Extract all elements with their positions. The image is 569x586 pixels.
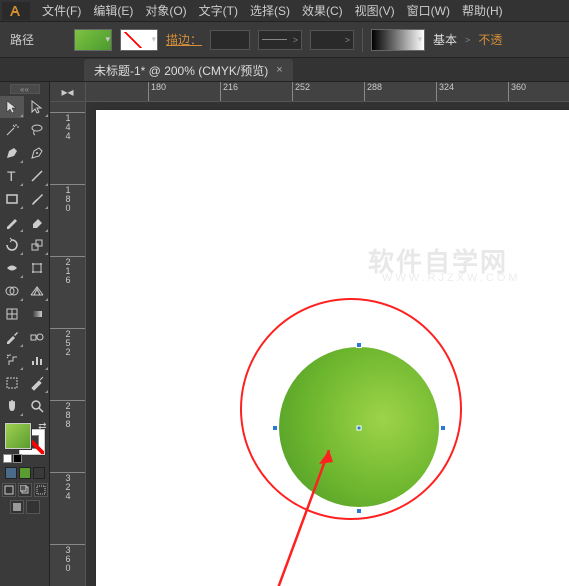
- handle-right[interactable]: [440, 425, 446, 431]
- stroke-swatch[interactable]: ▾: [120, 29, 158, 51]
- menu-object[interactable]: 对象(O): [139, 2, 192, 19]
- magic-wand-tool[interactable]: [0, 119, 24, 141]
- rotate-tool[interactable]: [0, 234, 24, 256]
- menu-edit[interactable]: 编辑(E): [87, 2, 139, 19]
- selection-tool[interactable]: [0, 96, 24, 118]
- document-tab[interactable]: 未标题-1* @ 200% (CMYK/预览) ×: [84, 59, 293, 81]
- curvature-pen-tool[interactable]: [25, 142, 49, 164]
- color-mode-gradient[interactable]: [19, 467, 31, 479]
- line-tool[interactable]: [25, 165, 49, 187]
- gradient-tool[interactable]: [25, 303, 49, 325]
- color-mode-none[interactable]: [33, 467, 45, 479]
- draw-modes: [2, 483, 48, 497]
- paintbrush-tool[interactable]: [25, 188, 49, 210]
- document-tab-bar: 未标题-1* @ 200% (CMYK/预览) ×: [0, 58, 569, 82]
- direct-selection-tool[interactable]: [25, 96, 49, 118]
- close-icon[interactable]: ×: [276, 64, 282, 76]
- canvas-area: ▸◂ 180 216 252 288 324 360 144 180 216 2…: [50, 82, 569, 586]
- ruler-origin[interactable]: ▸◂: [50, 82, 86, 102]
- pencil-tool[interactable]: [0, 211, 24, 233]
- shape-builder-tool[interactable]: [0, 280, 24, 302]
- brush-dropdown[interactable]: >: [310, 30, 354, 50]
- opacity-swatch[interactable]: ▾: [371, 29, 425, 51]
- column-graph-tool[interactable]: [25, 349, 49, 371]
- stroke-label[interactable]: 描边：: [166, 31, 202, 48]
- menu-view[interactable]: 视图(V): [349, 2, 401, 19]
- eraser-tool[interactable]: [25, 211, 49, 233]
- perspective-grid-tool[interactable]: [25, 280, 49, 302]
- lasso-tool[interactable]: [25, 119, 49, 141]
- blend-tool[interactable]: [25, 326, 49, 348]
- pen-tool[interactable]: [0, 142, 24, 164]
- draw-normal-icon[interactable]: [2, 483, 16, 497]
- color-mode-row: [5, 467, 45, 479]
- toolbox-grip[interactable]: ««: [10, 84, 40, 94]
- free-transform-tool[interactable]: [25, 257, 49, 279]
- path-label: 路径: [10, 31, 34, 48]
- scale-tool[interactable]: [25, 234, 49, 256]
- handle-left[interactable]: [272, 425, 278, 431]
- opacity-label[interactable]: 不透: [478, 31, 502, 48]
- app-logo: [2, 2, 30, 20]
- rectangle-tool[interactable]: [0, 188, 24, 210]
- screen-modes: [10, 500, 40, 514]
- mesh-tool[interactable]: [0, 303, 24, 325]
- options-bar: 路径 ▾ ▾ 描边： > > ▾ 基本 > 不透: [0, 22, 569, 58]
- horizontal-ruler[interactable]: 180 216 252 288 324 360: [86, 82, 569, 102]
- default-fill-stroke-icon[interactable]: [3, 454, 22, 463]
- canvas[interactable]: 软件自学网 WWW.RJZXW.COM: [86, 102, 569, 586]
- hand-tool[interactable]: [0, 395, 24, 417]
- menu-type[interactable]: 文字(T): [193, 2, 244, 19]
- vertical-ruler[interactable]: 144 180 216 252 288 324 360: [50, 102, 86, 586]
- eyedropper-tool[interactable]: [0, 326, 24, 348]
- type-tool[interactable]: T: [0, 165, 24, 187]
- menu-file[interactable]: 文件(F): [36, 2, 87, 19]
- artboard-tool[interactable]: [0, 372, 24, 394]
- style-label[interactable]: 基本: [433, 31, 457, 48]
- zoom-tool[interactable]: [25, 395, 49, 417]
- handle-center[interactable]: [357, 426, 362, 431]
- annotation-arrow: [261, 442, 351, 586]
- menu-help[interactable]: 帮助(H): [456, 2, 509, 19]
- stroke-profile-dropdown[interactable]: >: [258, 30, 302, 50]
- menu-select[interactable]: 选择(S): [244, 2, 296, 19]
- fill-stroke-control[interactable]: ⇄: [3, 421, 47, 463]
- fill-swatch[interactable]: ▾: [74, 29, 112, 51]
- width-tool[interactable]: [0, 257, 24, 279]
- color-mode-color[interactable]: [5, 467, 17, 479]
- screen-mode-normal-icon[interactable]: [10, 500, 24, 514]
- screen-mode-full-icon[interactable]: [26, 500, 40, 514]
- separator: [362, 28, 363, 52]
- symbol-sprayer-tool[interactable]: [0, 349, 24, 371]
- toolbox: «« T: [0, 82, 50, 586]
- svg-text:T: T: [7, 168, 16, 184]
- handle-bottom[interactable]: [356, 508, 362, 514]
- menu-effect[interactable]: 效果(C): [296, 2, 349, 19]
- menu-window[interactable]: 窗口(W): [401, 2, 456, 19]
- menu-bar: 文件(F) 编辑(E) 对象(O) 文字(T) 选择(S) 效果(C) 视图(V…: [0, 0, 569, 22]
- draw-inside-icon[interactable]: [34, 483, 48, 497]
- watermark-url: WWW.RJZXW.COM: [382, 272, 521, 284]
- stroke-weight-input[interactable]: [210, 30, 250, 50]
- fill-color-swatch[interactable]: [5, 423, 31, 449]
- slice-tool[interactable]: [25, 372, 49, 394]
- draw-behind-icon[interactable]: [18, 483, 32, 497]
- handle-top[interactable]: [356, 342, 362, 348]
- swap-fill-stroke-icon[interactable]: ⇄: [38, 421, 46, 432]
- tab-title: 未标题-1* @ 200% (CMYK/预览): [94, 62, 268, 79]
- main-area: «« T: [0, 82, 569, 586]
